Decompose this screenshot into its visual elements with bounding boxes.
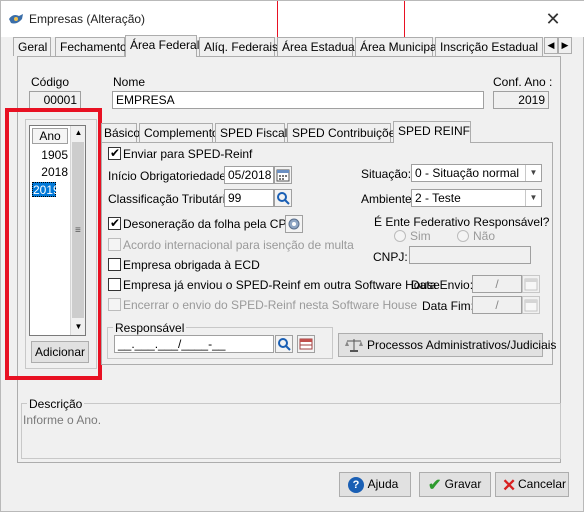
ambiente-select[interactable]: 2 - Teste ▼ xyxy=(411,189,542,207)
cancel-icon: ✕ xyxy=(502,476,517,495)
subtab-basico[interactable]: Básico xyxy=(101,123,140,142)
ente-label: É Ente Federativo Responsável? xyxy=(374,215,550,229)
data-fim-field: / xyxy=(472,296,522,314)
help-icon: ? xyxy=(348,477,364,493)
cnpj-label: CNPJ: xyxy=(373,250,408,264)
sim-radio[interactable] xyxy=(394,230,406,242)
subtab-complemento[interactable]: Complemento xyxy=(139,123,219,142)
data-envio-field: / xyxy=(472,275,522,293)
tab-scroll-left-icon[interactable]: ◀ xyxy=(544,37,558,54)
encerrar-label: Encerrar o envio do SPED-Reinf nesta Sof… xyxy=(123,298,418,312)
ecd-checkbox[interactable] xyxy=(108,258,121,271)
acordo-label: Acordo internacional para isenção de mul… xyxy=(123,238,354,252)
desoneracao-checkbox[interactable]: ✔ xyxy=(108,216,121,230)
enviou-checkbox[interactable] xyxy=(108,278,121,291)
subtab-sped-contribuicoes[interactable]: SPED Contribuições xyxy=(287,123,401,142)
enviou-label: Empresa já enviou o SPED-Reinf em outra … xyxy=(123,278,440,292)
tab-area-municipal[interactable]: Área Municipal xyxy=(355,37,439,56)
chevron-down-icon[interactable]: ▼ xyxy=(525,190,541,206)
calendar-icon[interactable] xyxy=(274,166,292,184)
tab-scroll-right-icon[interactable]: ▶ xyxy=(558,37,572,54)
processos-button[interactable]: Processos Administrativos/Judiciais xyxy=(338,333,556,357)
conf-ano-field: 2019 xyxy=(493,91,549,109)
highlight-box xyxy=(5,108,102,380)
tab-inscricao-estadual[interactable]: Inscrição Estadual S xyxy=(435,37,543,56)
tab-aliq-federais[interactable]: Alíq. Federais xyxy=(199,37,278,56)
table-icon[interactable] xyxy=(297,335,315,353)
checkmark-icon: ✔ xyxy=(428,477,442,494)
tab-area-estadual[interactable]: Área Estadual xyxy=(277,37,357,56)
close-icon[interactable]: ✕ xyxy=(533,7,573,31)
enviar-checkbox[interactable]: ✔ xyxy=(108,146,121,160)
inicio-field[interactable]: 05/2018 xyxy=(224,166,274,184)
app-icon xyxy=(9,14,23,24)
calendar-icon[interactable] xyxy=(522,296,540,314)
tab-fechamento[interactable]: Fechamento xyxy=(55,37,127,56)
responsavel-field[interactable]: __.___.___/____-__ xyxy=(114,335,274,353)
window-title: Empresas (Alteração) xyxy=(29,12,146,26)
subtab-sped-fiscal[interactable]: SPED Fiscal xyxy=(215,123,287,142)
ambiente-label: Ambiente: xyxy=(361,192,416,206)
search-icon[interactable] xyxy=(275,335,293,353)
data-fim-label: Data Fim: xyxy=(422,299,475,313)
ecd-label: Empresa obrigada à ECD xyxy=(123,258,260,272)
data-envio-label: Data Envio: xyxy=(411,278,474,292)
cancelar-button[interactable]: ✕ Cancelar xyxy=(495,472,569,497)
codigo-field: 00001 xyxy=(29,91,81,109)
descricao-label: Descrição xyxy=(27,397,85,411)
situacao-select[interactable]: 0 - Situação normal ▼ xyxy=(411,164,542,182)
calendar-icon[interactable] xyxy=(522,275,540,293)
search-icon[interactable] xyxy=(274,189,292,207)
enviar-label: Enviar para SPED-Reinf xyxy=(123,147,253,161)
classificacao-field[interactable]: 99 xyxy=(224,189,274,207)
tab-geral[interactable]: Geral xyxy=(13,37,51,56)
descricao-group xyxy=(21,403,561,459)
scales-icon xyxy=(345,339,363,352)
ajuda-button[interactable]: ? Ajuda xyxy=(339,472,411,497)
desoneracao-label: Desoneração da folha pela CPRB xyxy=(123,217,304,231)
codigo-label: Código xyxy=(31,75,70,89)
background-line xyxy=(404,1,405,37)
gravar-button[interactable]: ✔ Gravar xyxy=(419,472,491,497)
sim-label: Sim xyxy=(410,229,431,243)
encerrar-checkbox[interactable] xyxy=(108,298,121,311)
responsavel-label: Responsável xyxy=(113,321,187,335)
window: Empresas (Alteração) ✕ Geral Fechamento … xyxy=(0,0,584,512)
descricao-text: Informe o Ano. xyxy=(23,413,102,427)
tab-area-federal[interactable]: Área Federal xyxy=(125,35,199,57)
situacao-label: Situação: xyxy=(361,167,412,181)
subtab-sped-reinf[interactable]: SPED REINF xyxy=(393,121,471,143)
classificacao-label: Classificação Tributária: xyxy=(108,192,236,206)
nome-field[interactable]: EMPRESA xyxy=(112,91,484,109)
cnpj-field xyxy=(409,246,531,264)
chevron-down-icon[interactable]: ▼ xyxy=(525,165,541,181)
gear-icon[interactable] xyxy=(285,215,303,233)
title-bar: Empresas (Alteração) ✕ xyxy=(1,1,584,37)
nao-radio[interactable] xyxy=(457,230,469,242)
nome-label: Nome xyxy=(113,75,146,89)
conf-ano-label: Conf. Ano : xyxy=(493,75,553,89)
background-line xyxy=(277,1,278,37)
acordo-checkbox[interactable] xyxy=(108,238,121,251)
nao-label: Não xyxy=(473,229,496,243)
inicio-label: Início Obrigatoriedade: xyxy=(108,169,230,183)
